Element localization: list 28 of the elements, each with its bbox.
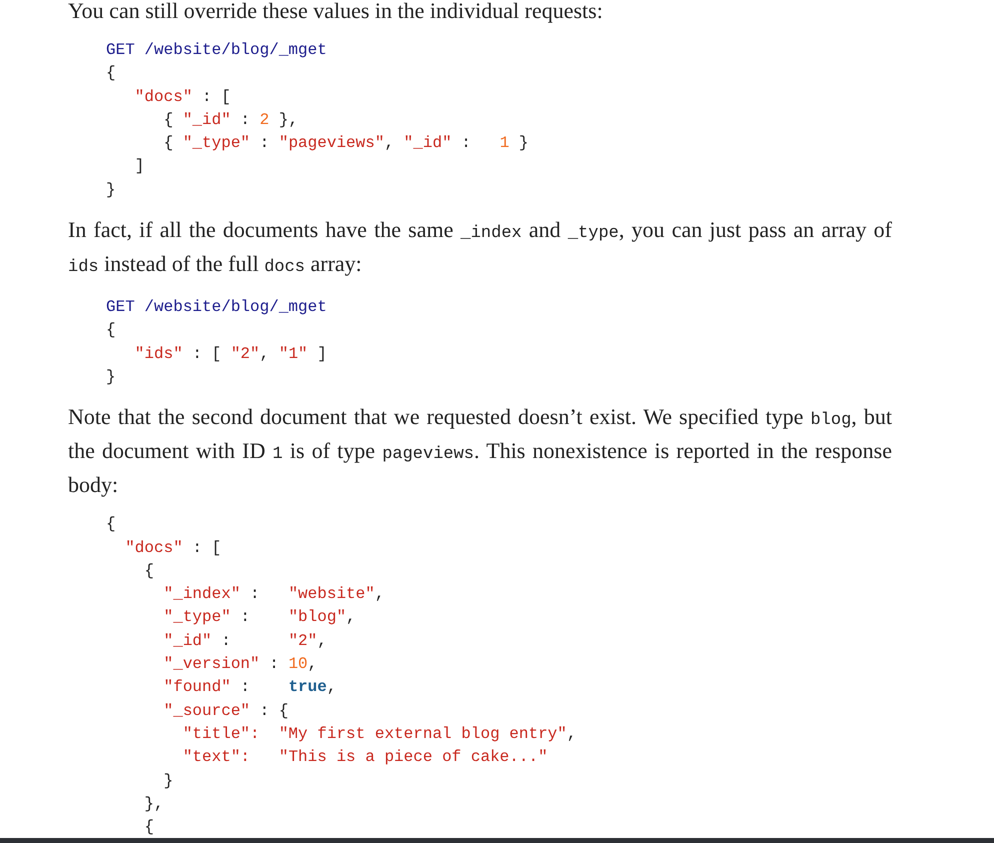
code-line: GET /website/blog/_mget xyxy=(106,40,327,61)
code-line: { xyxy=(106,63,116,84)
code-line: { xyxy=(106,320,116,342)
code-line: "docs" : [ xyxy=(134,86,231,108)
code-line: } xyxy=(162,770,174,792)
code-line: { xyxy=(143,817,154,838)
code-line: { xyxy=(106,514,116,536)
code-line: GET /website/blog/_mget xyxy=(106,297,327,318)
code-line: "found" : true, xyxy=(162,677,336,698)
code-line: "_type" : "blog", xyxy=(162,607,356,628)
paragraph: Note that the second document that we requested doesn’t exist. We specified type blog, but the document with ID 1 is of type pageviews. This nonexistence is reported in the response body: xyxy=(68,403,892,500)
code-line: { "_id" : 2 }, xyxy=(162,110,298,131)
code-line: "_id" : "2", xyxy=(162,630,327,652)
code-line: } xyxy=(106,366,116,388)
code-line: { "_type" : "pageviews", "_id" : 1 } xyxy=(162,133,529,154)
code-line: { xyxy=(143,560,154,582)
code-line: "text": "This is a piece of cake..." xyxy=(182,747,548,768)
code-line: "_version" : 10, xyxy=(162,654,318,676)
code-line: ] xyxy=(134,156,144,178)
code-line: "ids" : [ "2", "1" ] xyxy=(134,344,327,365)
code-line: "_source" : { xyxy=(162,700,288,722)
paragraph: You can still override these values in the individual requests: xyxy=(68,0,604,25)
code-line: }, xyxy=(143,794,164,815)
code-line: "title": "My first external blog entry", xyxy=(182,724,576,745)
code-line: } xyxy=(106,180,116,201)
code-line: "_index" : "website", xyxy=(162,584,384,606)
paragraph: In fact, if all the documents have the same _index and _type, you can just pass an array of ids instead of the full docs array: xyxy=(68,216,892,280)
code-line: "docs" : [ xyxy=(124,538,222,559)
